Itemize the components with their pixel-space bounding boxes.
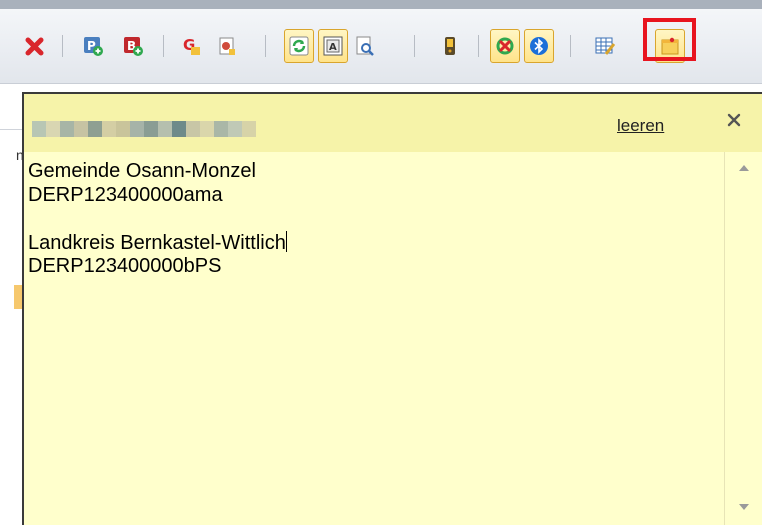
add-parcel-p-icon: P (84, 37, 103, 56)
toolbar-separator (570, 35, 571, 57)
delete-icon (25, 37, 44, 56)
vertical-scrollbar[interactable] (724, 152, 762, 525)
svg-text:A: A (329, 42, 337, 53)
active-tool-highlight (643, 18, 696, 61)
note-line-with-caret: Landkreis Bernkastel-Wittlich (28, 230, 724, 256)
text-frame-button[interactable]: A (318, 29, 348, 63)
g-tool-icon: G (183, 36, 200, 55)
bluetooth-button[interactable] (524, 29, 554, 63)
toolbar-separator (265, 35, 266, 57)
toolbar-separator (163, 35, 164, 57)
text-frame-icon: A (323, 36, 343, 56)
document-tool-icon (219, 37, 235, 55)
toolbar-separator (414, 35, 415, 57)
delete-button[interactable] (20, 29, 50, 63)
scroll-down-icon[interactable] (737, 501, 751, 513)
preview-search-icon (356, 36, 374, 56)
blurred-user-name (32, 121, 256, 137)
toolbar-separator (478, 35, 479, 57)
note-line: Gemeinde Osann-Monzel (28, 160, 256, 182)
notes-popup-header: leeren (24, 94, 762, 152)
note-line (28, 207, 724, 231)
toolbar-separator (62, 35, 63, 57)
add-parcel-b-button[interactable]: B (118, 29, 148, 63)
gps-device-icon (445, 37, 455, 55)
note-line: DERP123400000bPS (28, 255, 222, 277)
note-text-area[interactable]: Gemeinde Osann-Monzel DERP123400000ama Lan… (24, 152, 724, 525)
gps-device-button[interactable] (435, 29, 465, 63)
add-parcel-b-icon: B (124, 37, 143, 56)
bluetooth-icon (530, 37, 548, 55)
add-parcel-p-button[interactable]: P (78, 29, 108, 63)
scroll-up-icon[interactable] (737, 162, 751, 174)
sync-cancel-button[interactable] (490, 29, 520, 63)
close-icon (727, 113, 741, 127)
sync-cancel-icon (496, 37, 514, 55)
preview-search-button[interactable] (350, 29, 380, 63)
g-tool-button[interactable]: G (177, 29, 207, 63)
refresh-button[interactable] (284, 29, 314, 63)
refresh-icon (289, 36, 309, 56)
document-tool-button[interactable] (212, 29, 242, 63)
clear-link[interactable]: leeren (617, 116, 664, 136)
note-line: Landkreis Bernkastel-Wittlich (28, 231, 286, 254)
notes-popup: leeren Gemeinde Osann-Monzel DERP12340000… (22, 92, 762, 525)
text-caret (285, 230, 288, 252)
close-button[interactable] (726, 112, 746, 134)
table-edit-button[interactable] (590, 29, 620, 63)
table-edit-icon (595, 37, 616, 55)
note-line: DERP123400000ama (28, 183, 223, 206)
